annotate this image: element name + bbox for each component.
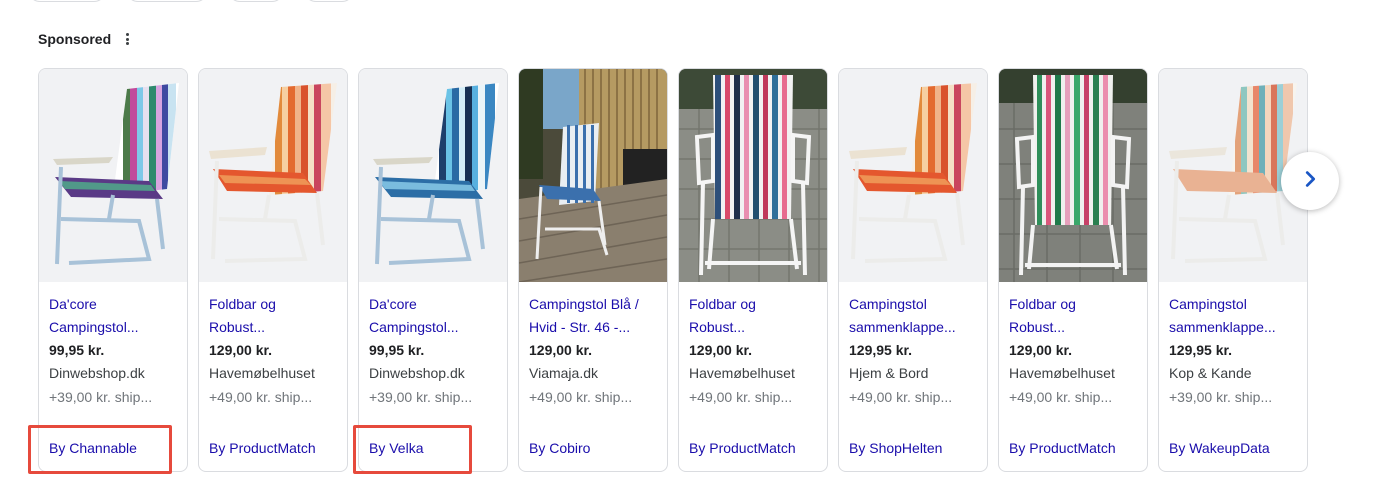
product-card[interactable]: Da'core Campingstol... 99,95 kr. Dinwebs…	[358, 68, 508, 472]
ad-provider-link[interactable]: By ShopHelten	[849, 440, 942, 456]
product-title-line[interactable]: Da'core	[369, 293, 497, 316]
sponsored-header: Sponsored	[38, 31, 131, 47]
shipping-cost: +39,00 kr. ship...	[49, 389, 153, 405]
chair-image[interactable]	[39, 69, 187, 282]
product-title-line[interactable]: Hvid - Str. 46 -...	[529, 316, 657, 339]
product-title[interactable]: Campingstol sammenklappe...	[849, 293, 977, 339]
filter-chips-row	[28, 0, 354, 2]
product-price: 129,00 kr.	[689, 342, 753, 358]
filter-chip[interactable]	[228, 0, 284, 2]
product-title-line[interactable]: Robust...	[209, 316, 337, 339]
product-title[interactable]: Foldbar og Robust...	[689, 293, 817, 339]
product-title-line[interactable]: Campingstol Blå /	[529, 293, 657, 316]
product-title[interactable]: Da'core Campingstol...	[49, 293, 177, 339]
shipping-cost: +49,00 kr. ship...	[849, 389, 953, 405]
product-card[interactable]: Foldbar og Robust... 129,00 kr. Havemøbe…	[678, 68, 828, 472]
merchant-name: Havemøbelhuset	[1009, 365, 1115, 381]
merchant-name: Dinwebshop.dk	[49, 365, 145, 381]
ad-provider-link[interactable]: By ProductMatch	[689, 440, 796, 456]
product-title-line[interactable]: Da'core	[49, 293, 177, 316]
product-title[interactable]: Da'core Campingstol...	[369, 293, 497, 339]
product-card[interactable]: Campingstol sammenklappe... 129,95 kr. H…	[838, 68, 988, 472]
product-title-line[interactable]: Campingstol...	[49, 316, 177, 339]
merchant-name: Havemøbelhuset	[209, 365, 315, 381]
sponsored-label: Sponsored	[38, 31, 112, 47]
product-price: 99,95 kr.	[369, 342, 425, 358]
chair-image[interactable]	[839, 69, 987, 282]
chevron-right-icon	[1299, 168, 1321, 195]
shipping-cost: +39,00 kr. ship...	[1169, 389, 1273, 405]
merchant-name: Kop & Kande	[1169, 365, 1252, 381]
merchant-name: Havemøbelhuset	[689, 365, 795, 381]
chair-image[interactable]	[519, 69, 667, 282]
ad-provider-link[interactable]: By Channable	[49, 440, 137, 456]
product-price: 129,00 kr.	[529, 342, 593, 358]
product-price: 129,95 kr.	[1169, 342, 1233, 358]
product-title-line[interactable]: Campingstol...	[369, 316, 497, 339]
shipping-cost: +39,00 kr. ship...	[369, 389, 473, 405]
ad-provider-link[interactable]: By Velka	[369, 440, 423, 456]
product-title-line[interactable]: Campingstol	[1169, 293, 1297, 316]
merchant-name: Hjem & Bord	[849, 365, 929, 381]
shipping-cost: +49,00 kr. ship...	[689, 389, 793, 405]
product-card[interactable]: Campingstol Blå / Hvid - Str. 46 -... 12…	[518, 68, 668, 472]
product-price: 99,95 kr.	[49, 342, 105, 358]
product-card[interactable]: Da'core Campingstol... 99,95 kr. Dinwebs…	[38, 68, 188, 472]
carousel-next-button[interactable]	[1281, 152, 1339, 210]
merchant-name: Viamaja.dk	[529, 365, 599, 381]
chair-image[interactable]	[199, 69, 347, 282]
product-title[interactable]: Campingstol Blå / Hvid - Str. 46 -...	[529, 293, 657, 339]
merchant-name: Dinwebshop.dk	[369, 365, 465, 381]
product-title[interactable]: Campingstol sammenklappe...	[1169, 293, 1297, 339]
product-title-line[interactable]: sammenklappe...	[849, 316, 977, 339]
product-title-line[interactable]: Foldbar og	[689, 293, 817, 316]
product-title[interactable]: Foldbar og Robust...	[1009, 293, 1137, 339]
shipping-cost: +49,00 kr. ship...	[529, 389, 633, 405]
shipping-cost: +49,00 kr. ship...	[1009, 389, 1113, 405]
shipping-cost: +49,00 kr. ship...	[209, 389, 313, 405]
product-title-line[interactable]: Robust...	[689, 316, 817, 339]
product-title-line[interactable]: Foldbar og	[1009, 293, 1137, 316]
product-title-line[interactable]: Robust...	[1009, 316, 1137, 339]
chair-image[interactable]	[359, 69, 507, 282]
product-carousel: Da'core Campingstol... 99,95 kr. Dinwebs…	[38, 68, 1308, 472]
ad-provider-link[interactable]: By WakeupData	[1169, 440, 1270, 456]
product-card[interactable]: Foldbar og Robust... 129,00 kr. Havemøbe…	[198, 68, 348, 472]
product-title-line[interactable]: Campingstol	[849, 293, 977, 316]
ad-provider-link[interactable]: By ProductMatch	[1009, 440, 1116, 456]
ad-provider-link[interactable]: By ProductMatch	[209, 440, 316, 456]
ad-provider-link[interactable]: By Cobiro	[529, 440, 590, 456]
filter-chip[interactable]	[304, 0, 354, 2]
product-card[interactable]: Foldbar og Robust... 129,00 kr. Havemøbe…	[998, 68, 1148, 472]
chair-image[interactable]	[679, 69, 827, 282]
product-title[interactable]: Foldbar og Robust...	[209, 293, 337, 339]
product-price: 129,00 kr.	[1009, 342, 1073, 358]
filter-chip[interactable]	[28, 0, 106, 2]
more-vert-icon[interactable]	[123, 31, 131, 47]
filter-chip[interactable]	[126, 0, 208, 2]
product-card[interactable]: Campingstol sammenklappe... 129,95 kr. K…	[1158, 68, 1308, 472]
product-title-line[interactable]: sammenklappe...	[1169, 316, 1297, 339]
shopping-ads-page: Sponsored Da'core Campingstol... 99,95 k…	[0, 0, 1400, 500]
product-price: 129,00 kr.	[209, 342, 273, 358]
product-title-line[interactable]: Foldbar og	[209, 293, 337, 316]
product-price: 129,95 kr.	[849, 342, 913, 358]
chair-image[interactable]	[999, 69, 1147, 282]
